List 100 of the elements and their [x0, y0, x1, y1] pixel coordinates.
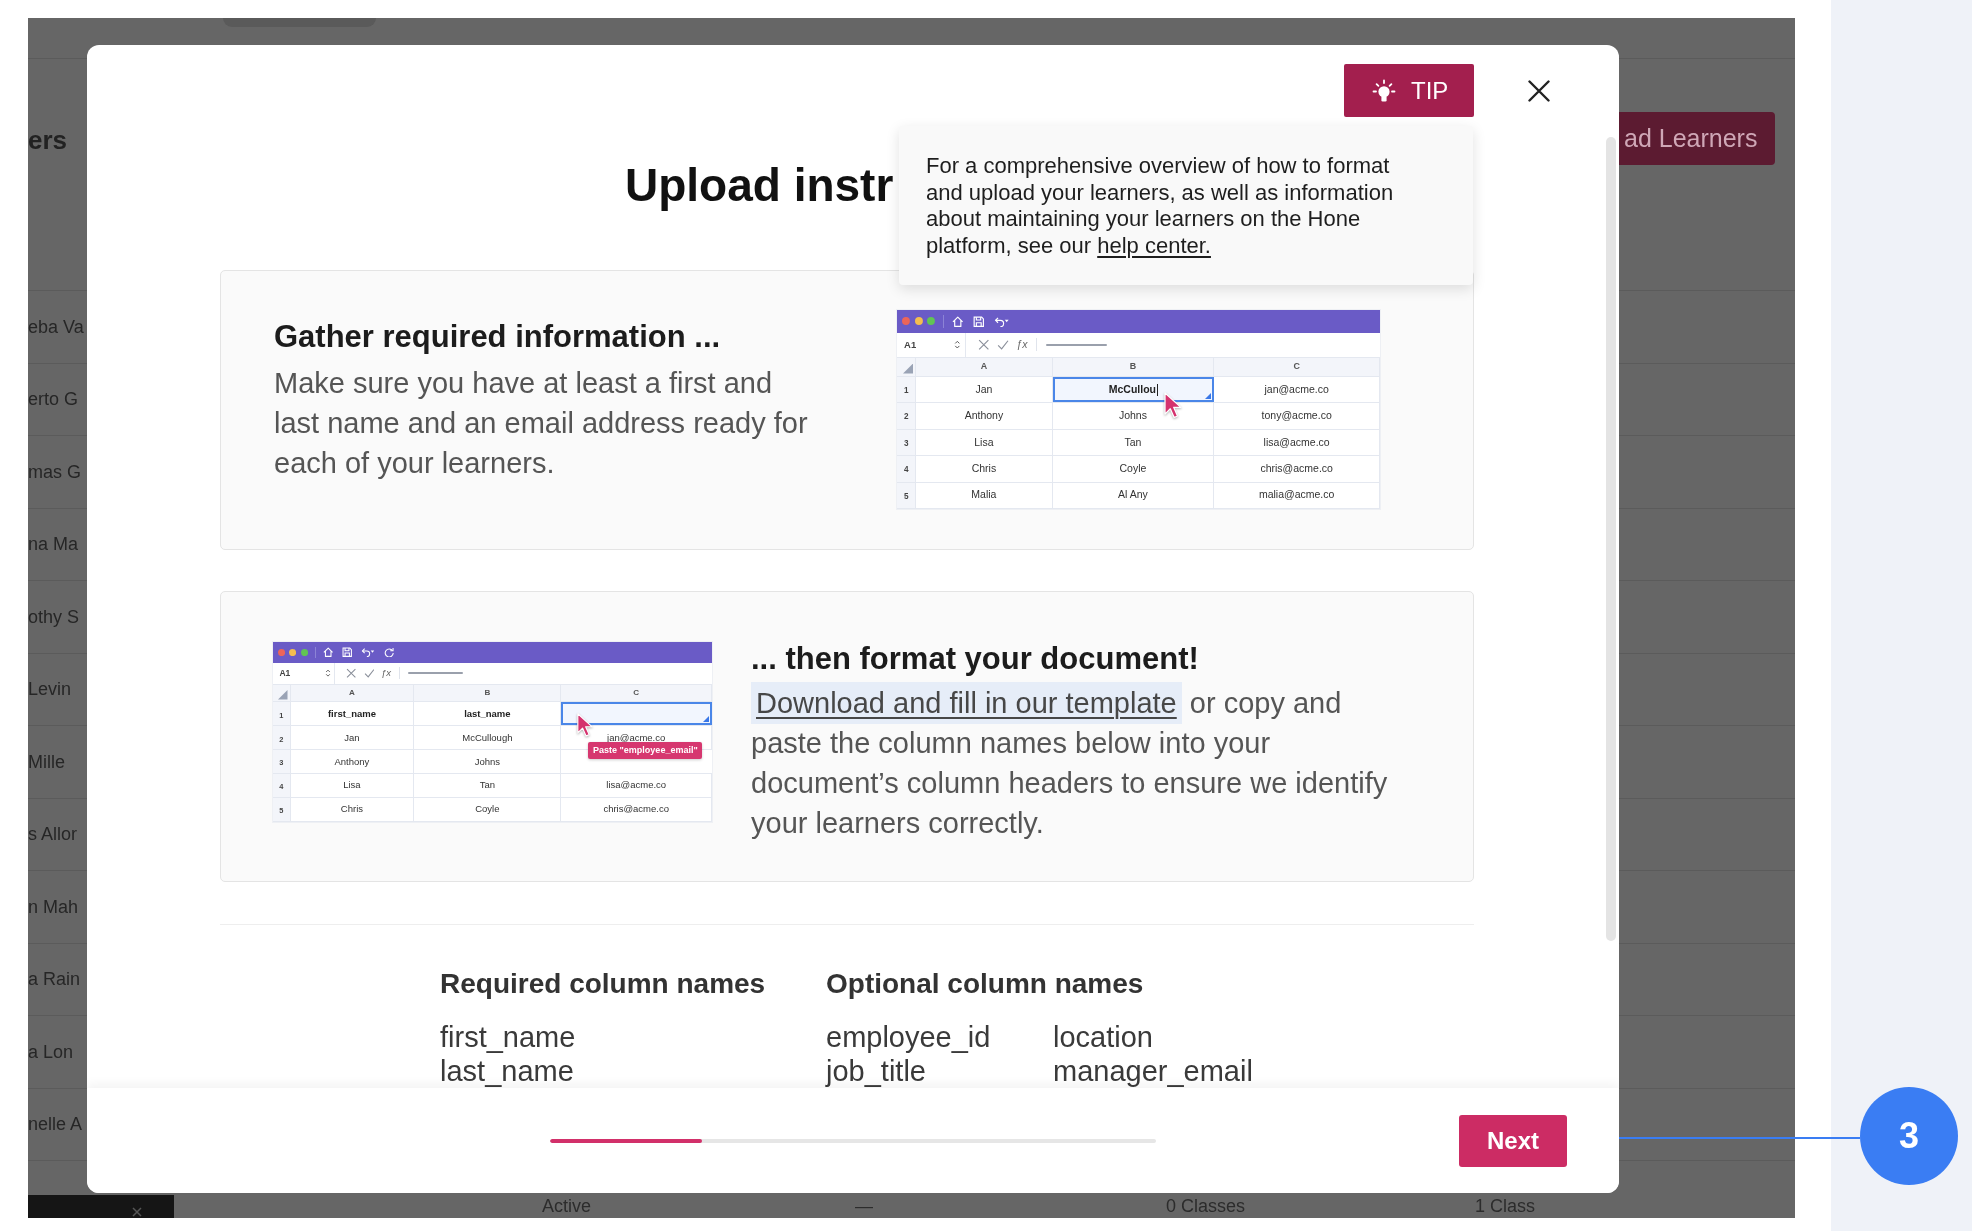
- tip-text: For a comprehensive overview of how to format and upload your learners, as well as information about maintaining your learners on the Hone platform, see our help center.: [926, 153, 1395, 259]
- learner-name: erto G: [28, 388, 79, 411]
- column-header: C: [1214, 357, 1380, 376]
- scrollbar-thumb[interactable]: [1606, 137, 1616, 941]
- table-cell: Malia: [916, 482, 1053, 508]
- learner-name: Mille: [28, 750, 65, 773]
- table-cell: Tan: [1052, 429, 1215, 456]
- column-name: job_title: [826, 1054, 926, 1088]
- function-label: ƒx: [380, 666, 391, 681]
- close-icon[interactable]: [1528, 79, 1550, 102]
- column-header: B: [414, 685, 562, 702]
- learner-name: othy S: [28, 605, 80, 628]
- triangle-icon[interactable]: [278, 690, 288, 700]
- next-button[interactable]: Next: [1459, 1114, 1567, 1167]
- table-cell: Chris: [290, 798, 415, 821]
- table-cell: chris@acme.co: [561, 798, 712, 821]
- learner-name: eba Va: [28, 315, 84, 338]
- column-name: manager_email: [1053, 1054, 1253, 1088]
- row-number: 4: [897, 456, 917, 482]
- home-icon[interactable]: [322, 647, 334, 658]
- table-cell: Jan: [290, 726, 415, 750]
- undo-icon[interactable]: [994, 315, 1010, 328]
- template-link[interactable]: Download and fill in our template: [751, 682, 1182, 724]
- undo-icon[interactable]: [360, 647, 376, 658]
- table-cell: Anthony: [916, 403, 1053, 429]
- table-cell: Johns: [414, 750, 562, 774]
- step-description: Make sure you have at least a first and last name and an email address ready for each of your learners.: [274, 366, 809, 481]
- table-cell: tony@acme.co: [1214, 403, 1380, 429]
- triangle-icon[interactable]: [902, 363, 914, 374]
- save-icon[interactable]: [973, 315, 985, 328]
- table-cell: Al Any: [1052, 482, 1215, 508]
- stepper-icon[interactable]: [954, 339, 961, 351]
- table-cell: McCullough: [414, 726, 562, 750]
- step-heading: ... then format your document!: [751, 640, 1199, 678]
- table-cell: —: [855, 1195, 873, 1217]
- cancel-icon[interactable]: [345, 668, 357, 679]
- table-cell: Coyle: [1052, 456, 1215, 482]
- table-cell: malia@acme.co: [1214, 482, 1380, 508]
- column-header: A: [916, 357, 1053, 376]
- upload-button[interactable]: ad Learners: [1619, 112, 1775, 165]
- cross-icon[interactable]: [132, 1207, 142, 1217]
- table-cell: lisa@acme.co: [561, 774, 712, 798]
- column-name: location: [1053, 1020, 1153, 1054]
- fill-handle-icon[interactable]: [1205, 393, 1212, 400]
- table-cell: 1 Class: [1475, 1195, 1536, 1217]
- tooltip: Paste "employee_email": [588, 742, 703, 760]
- table-cell: Johns: [1052, 403, 1215, 429]
- learner-name: na Ma: [28, 533, 79, 556]
- learner-name: a Lon: [28, 1040, 74, 1063]
- learner-name: a Rain: [28, 968, 81, 991]
- row-number: 1: [897, 376, 917, 403]
- function-label: ƒx: [1016, 336, 1028, 352]
- table-cell: Active: [542, 1195, 592, 1217]
- learner-name: nelle A: [28, 1113, 83, 1136]
- column-group-heading: Required column names: [440, 967, 766, 1001]
- table-cell: Lisa: [290, 774, 415, 798]
- table-cell: first_name: [290, 702, 415, 726]
- row-number: 2: [897, 403, 917, 429]
- save-icon[interactable]: [341, 647, 353, 658]
- step-heading: Gather required information ...: [274, 318, 721, 356]
- row-number: 3: [897, 429, 917, 456]
- column-header: A: [290, 685, 415, 702]
- name-box-field[interactable]: A1: [897, 332, 966, 357]
- fill-handle-icon[interactable]: [702, 716, 709, 723]
- table-cell: 0 Classes: [1166, 1195, 1246, 1217]
- tip-button[interactable]: TIP: [1344, 64, 1474, 117]
- input-field[interactable]: [223, 18, 376, 27]
- home-icon[interactable]: [952, 315, 964, 328]
- table-cell: Tan: [414, 774, 562, 798]
- step-description: Download and fill in our template or copy and paste the column names below into your document’s column headers to ensure we identify your learners correctly.: [751, 683, 1399, 843]
- page-heading: ers: [28, 124, 68, 157]
- learner-name: Levin: [28, 678, 72, 701]
- stepper-icon[interactable]: [324, 668, 331, 679]
- formula-text-line: [1046, 343, 1108, 346]
- learner-name: s Allor: [28, 823, 78, 846]
- table-cell: Chris: [916, 456, 1053, 482]
- formula-text-line: [408, 672, 464, 675]
- name-box-field[interactable]: A1: [273, 662, 336, 685]
- table-cell: jan@acme.co: [1214, 376, 1380, 403]
- check-icon[interactable]: [363, 668, 375, 679]
- table-cell: Jan: [916, 376, 1053, 403]
- lightbulb-icon: [1372, 78, 1396, 103]
- row-number: 5: [897, 482, 917, 508]
- table-cell: Anthony: [290, 750, 415, 774]
- table-cell: Lisa: [916, 429, 1053, 456]
- cell-text: McCullou: [1108, 381, 1159, 398]
- cancel-icon[interactable]: [977, 339, 990, 351]
- dialog-title: Upload instr: [625, 158, 894, 213]
- table-cell: chris@acme.co: [1214, 456, 1380, 482]
- table-cell: lisa@acme.co: [1214, 429, 1380, 456]
- column-name: last_name: [440, 1054, 574, 1088]
- column-header: B: [1052, 357, 1215, 376]
- table-cell: Coyle: [414, 798, 562, 821]
- refresh-icon[interactable]: [383, 647, 395, 658]
- learner-name: n Mah: [28, 895, 79, 918]
- help-link[interactable]: help center.: [1097, 232, 1211, 258]
- learner-name: mas G: [28, 460, 81, 483]
- column-name: first_name: [440, 1020, 576, 1054]
- check-icon[interactable]: [997, 339, 1009, 351]
- column-header: C: [561, 685, 712, 702]
